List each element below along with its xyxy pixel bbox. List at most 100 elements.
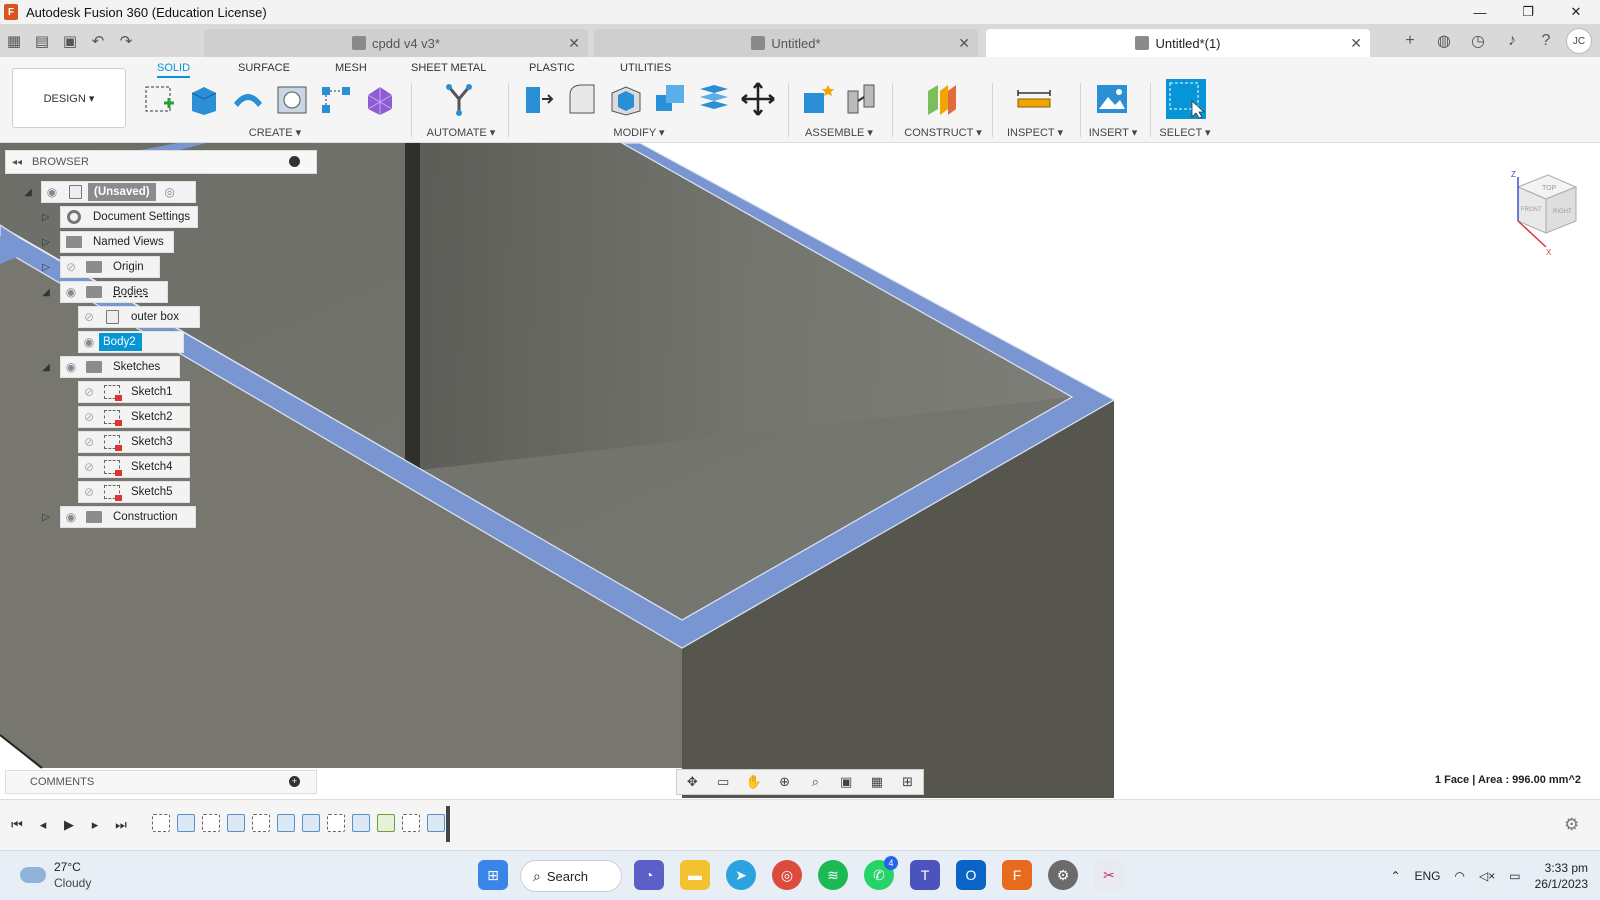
play-icon[interactable]: ▶ xyxy=(60,816,78,834)
combine-icon[interactable] xyxy=(652,81,688,117)
timeline-extrude-feature[interactable] xyxy=(302,814,320,832)
timeline-extrude-feature[interactable] xyxy=(177,814,195,832)
tab-close-icon[interactable]: ✕ xyxy=(958,35,970,52)
minimize-button[interactable]: — xyxy=(1456,0,1504,24)
display-settings-icon[interactable]: ▣ xyxy=(836,773,856,791)
tab-untitled-1[interactable]: Untitled*(1) ✕ xyxy=(986,29,1370,57)
form-icon[interactable] xyxy=(362,81,398,117)
hole-icon[interactable] xyxy=(274,81,310,117)
collapse-triangle-icon[interactable]: ◢ xyxy=(40,286,52,298)
expand-triangle-icon[interactable]: ▷ xyxy=(40,511,52,523)
notifications-bell-icon[interactable]: ♪ xyxy=(1498,27,1526,55)
visibility-eye-icon[interactable]: ◉ xyxy=(61,357,81,377)
fit-zoom-icon[interactable]: ⌕ xyxy=(805,773,825,791)
new-tab-plus-icon[interactable]: + xyxy=(1396,27,1424,55)
redo-icon[interactable]: ↷ xyxy=(112,27,140,55)
job-status-clock-icon[interactable]: ◷ xyxy=(1464,27,1492,55)
tab-mesh[interactable]: MESH xyxy=(335,62,367,74)
chevron-up-icon[interactable]: ⌃ xyxy=(1390,869,1400,883)
file-menu-icon[interactable]: ▤ xyxy=(28,27,56,55)
whatsapp-icon[interactable]: ✆ 4 xyxy=(864,856,898,890)
look-at-icon[interactable]: ▭ xyxy=(713,773,733,791)
visibility-eye-icon[interactable]: ◉ xyxy=(61,507,81,527)
outlook-icon[interactable]: O xyxy=(956,860,986,890)
rectangular-pattern-icon[interactable] xyxy=(318,81,354,117)
timeline-playhead-marker[interactable] xyxy=(446,806,450,842)
tab-plastic[interactable]: PLASTIC xyxy=(529,62,575,74)
tab-close-icon[interactable]: ✕ xyxy=(568,35,580,52)
visibility-eye-icon[interactable]: ◉ xyxy=(79,332,99,352)
tab-cpdd-v4-v3[interactable]: cpdd v4 v3* ✕ xyxy=(204,29,588,57)
tree-item-sketch4[interactable]: ⊘ Sketch4 xyxy=(78,456,190,478)
collapse-triangle-icon[interactable]: ◢ xyxy=(40,361,52,373)
comments-panel-header[interactable]: COMMENTS + xyxy=(5,770,317,794)
tree-item-document-settings[interactable]: Document Settings xyxy=(60,206,198,228)
create-group-label[interactable]: CREATE ▾ xyxy=(232,126,318,139)
save-icon[interactable]: ▣ xyxy=(56,27,84,55)
close-button[interactable]: ✕ xyxy=(1552,0,1600,24)
timeline-extrude-feature[interactable] xyxy=(352,814,370,832)
tree-item-sketch1[interactable]: ⊘ Sketch1 xyxy=(78,381,190,403)
user-avatar[interactable]: JC xyxy=(1566,28,1592,54)
tree-item-bodies[interactable]: ◉ Bodies xyxy=(60,281,168,303)
tab-sheet-metal[interactable]: SHEET METAL xyxy=(411,62,486,74)
zoom-icon[interactable]: ⊕ xyxy=(775,773,795,791)
activate-radio-icon[interactable]: ◎ xyxy=(160,182,180,202)
help-question-icon[interactable]: ? xyxy=(1532,27,1560,55)
go-to-end-icon[interactable]: ⏭ xyxy=(112,816,130,834)
language-indicator[interactable]: ENG xyxy=(1415,869,1441,883)
step-back-icon[interactable]: ◂ xyxy=(34,816,52,834)
pan-hand-icon[interactable]: ✋ xyxy=(744,773,764,791)
select-icon[interactable] xyxy=(1166,79,1206,119)
orbit-icon[interactable]: ✥ xyxy=(682,773,702,791)
hidden-eye-icon[interactable]: ⊘ xyxy=(61,257,81,277)
minimize-panel-icon[interactable] xyxy=(289,156,300,167)
spotify-icon[interactable]: ≋ xyxy=(818,860,848,890)
fusion-360-taskbar-icon[interactable]: F xyxy=(1002,860,1032,890)
expand-triangle-icon[interactable]: ▷ xyxy=(40,236,52,248)
go-to-start-icon[interactable]: ⏮ xyxy=(8,816,26,834)
grid-settings-icon[interactable]: ▦ xyxy=(867,773,887,791)
move-copy-icon[interactable] xyxy=(740,81,776,117)
hidden-eye-icon[interactable]: ⊘ xyxy=(79,482,99,502)
speaker-muted-icon[interactable]: ◁× xyxy=(1479,869,1495,883)
timeline-sketch-feature[interactable] xyxy=(252,814,270,832)
timeline-sketch-feature[interactable] xyxy=(402,814,420,832)
browser-panel-header[interactable]: ◂◂ BROWSER xyxy=(5,150,317,174)
tree-item-body2[interactable]: ◉ Body2 xyxy=(78,331,184,353)
fillet-icon[interactable] xyxy=(564,81,600,117)
tab-untitled[interactable]: Untitled* ✕ xyxy=(594,29,978,57)
weather-widget[interactable]: 27°C Cloudy xyxy=(20,859,91,891)
timeline-extrude-feature[interactable] xyxy=(227,814,245,832)
step-forward-icon[interactable]: ▸ xyxy=(86,816,104,834)
hidden-eye-icon[interactable]: ⊘ xyxy=(79,432,99,452)
timeline-sketch-feature[interactable] xyxy=(202,814,220,832)
construct-group-label[interactable]: CONSTRUCT ▾ xyxy=(898,126,988,139)
hidden-eye-icon[interactable]: ⊘ xyxy=(79,457,99,477)
expand-triangle-icon[interactable]: ◢ xyxy=(22,186,34,198)
telegram-icon[interactable]: ➤ xyxy=(726,860,756,890)
windows-start-icon[interactable]: ⊞ xyxy=(478,860,508,890)
split-body-icon[interactable] xyxy=(696,81,732,117)
tree-item-sketch2[interactable]: ⊘ Sketch2 xyxy=(78,406,190,428)
tree-root-unsaved[interactable]: ◉ (Unsaved) ◎ xyxy=(41,181,196,203)
tab-solid[interactable]: SOLID xyxy=(157,62,191,78)
tree-item-origin[interactable]: ⊘ Origin xyxy=(60,256,160,278)
workspace-switcher-button[interactable]: DESIGN ▾ xyxy=(12,68,126,128)
tree-item-outer-box[interactable]: ⊘ outer box xyxy=(78,306,200,328)
extrude-icon[interactable] xyxy=(186,81,222,117)
tab-utilities[interactable]: UTILITIES xyxy=(620,62,671,74)
snipping-tool-icon[interactable]: ✂ xyxy=(1094,860,1124,890)
measure-icon[interactable] xyxy=(1016,81,1052,117)
maximize-button[interactable]: ❐ xyxy=(1504,0,1552,24)
tree-item-sketches[interactable]: ◉ Sketches xyxy=(60,356,180,378)
timeline-settings-gear-icon[interactable]: ⚙ xyxy=(1564,815,1584,835)
automate-group-label[interactable]: AUTOMATE ▾ xyxy=(418,126,504,139)
visibility-eye-icon[interactable]: ◉ xyxy=(42,182,62,202)
tab-close-icon[interactable]: ✕ xyxy=(1350,35,1362,52)
automate-icon[interactable] xyxy=(441,81,477,117)
shell-icon[interactable] xyxy=(608,81,644,117)
tree-item-named-views[interactable]: Named Views xyxy=(60,231,174,253)
wifi-icon[interactable]: ◠ xyxy=(1455,869,1465,883)
tree-item-construction[interactable]: ◉ Construction xyxy=(60,506,196,528)
